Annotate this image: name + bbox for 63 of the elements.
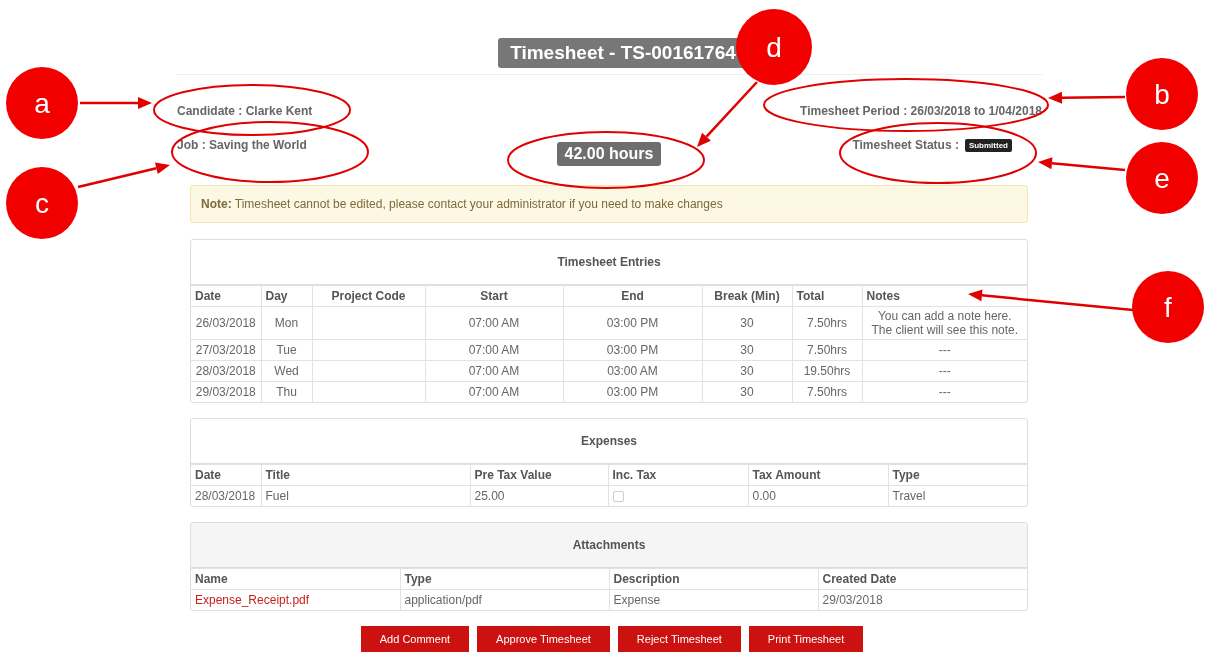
table-cell: 30: [702, 339, 792, 361]
table-cell: 27/03/2018: [191, 339, 261, 361]
action-button[interactable]: Approve Timesheet: [477, 626, 610, 652]
callout-marker: e: [1126, 142, 1198, 214]
action-button[interactable]: Print Timesheet: [748, 626, 864, 652]
table-cell: Tue: [261, 339, 312, 361]
column-header: Type: [888, 464, 1027, 486]
note-message: Note: Timesheet cannot be edited, please contact your administrator if you need to make changes: [190, 185, 1028, 223]
table-cell: 03:00 AM: [563, 360, 702, 382]
column-header: End: [563, 285, 702, 307]
column-header: Project Code: [312, 285, 425, 307]
callout-marker: f: [1132, 271, 1204, 343]
column-header: Created Date: [818, 568, 1027, 590]
column-header: Tax Amount: [748, 464, 888, 486]
table-cell: 28/03/2018: [191, 485, 261, 506]
callout-marker: c: [6, 167, 78, 239]
panel-title: Expenses: [580, 434, 637, 448]
callout-marker: d: [736, 9, 812, 85]
table-cell: Mon: [261, 306, 312, 340]
table-cell: 28/03/2018: [191, 360, 261, 382]
column-header: Title: [261, 464, 470, 486]
table-cell: 07:00 AM: [425, 360, 563, 382]
table-cell: 7.50hrs: [792, 306, 862, 340]
column-header: Start: [425, 285, 563, 307]
table-cell: Travel: [888, 485, 1027, 506]
pointer-arrow: [697, 81, 758, 147]
table-cell: Wed: [261, 360, 312, 382]
status-badge: Submitted: [964, 138, 1012, 152]
table-cell: ---: [862, 381, 1027, 402]
table-cell: 26/03/2018: [191, 306, 261, 340]
table-cell: 07:00 AM: [425, 306, 563, 340]
action-button[interactable]: Reject Timesheet: [617, 626, 741, 652]
column-header: Pre Tax Value: [470, 464, 608, 486]
candidate-label: Candidate : Clarke Kent: [177, 104, 313, 118]
panel-title: Attachments: [572, 538, 646, 552]
callout-marker: b: [1126, 58, 1198, 130]
file-link[interactable]: Expense_Receipt.pdf: [195, 593, 310, 607]
table-cell: 07:00 AM: [425, 339, 563, 361]
column-header: Name: [191, 568, 400, 590]
pointer-arrow: [80, 97, 152, 109]
period-label: Timesheet Period : 26/03/2018 to 1/04/2018: [800, 104, 1042, 118]
column-header: Description: [609, 568, 818, 590]
total-hours-badge: 42.00 hours: [556, 142, 662, 166]
table-cell: 7.50hrs: [792, 339, 862, 361]
column-header: Inc. Tax: [608, 464, 748, 486]
column-header: Day: [261, 285, 312, 307]
job-label: Job : Saving the World: [177, 138, 307, 152]
action-button[interactable]: Add Comment: [360, 626, 470, 652]
table-cell: 03:00 PM: [563, 339, 702, 361]
table-cell: 30: [702, 360, 792, 382]
panel-title: Timesheet Entries: [557, 255, 661, 269]
column-header: Date: [191, 464, 261, 486]
table-cell: 29/03/2018: [818, 589, 1027, 610]
status-label: Timesheet Status :: [852, 138, 959, 152]
column-header: Total: [792, 285, 862, 307]
column-header: Break (Min): [702, 285, 792, 307]
column-header: Type: [400, 568, 609, 590]
table-cell: 19.50hrs: [792, 360, 862, 382]
table-cell: 30: [702, 306, 792, 340]
callout-marker: a: [6, 67, 78, 139]
column-header: Date: [191, 285, 261, 307]
table-cell: 29/03/2018: [191, 381, 261, 402]
table-cell: 03:00 PM: [563, 306, 702, 340]
